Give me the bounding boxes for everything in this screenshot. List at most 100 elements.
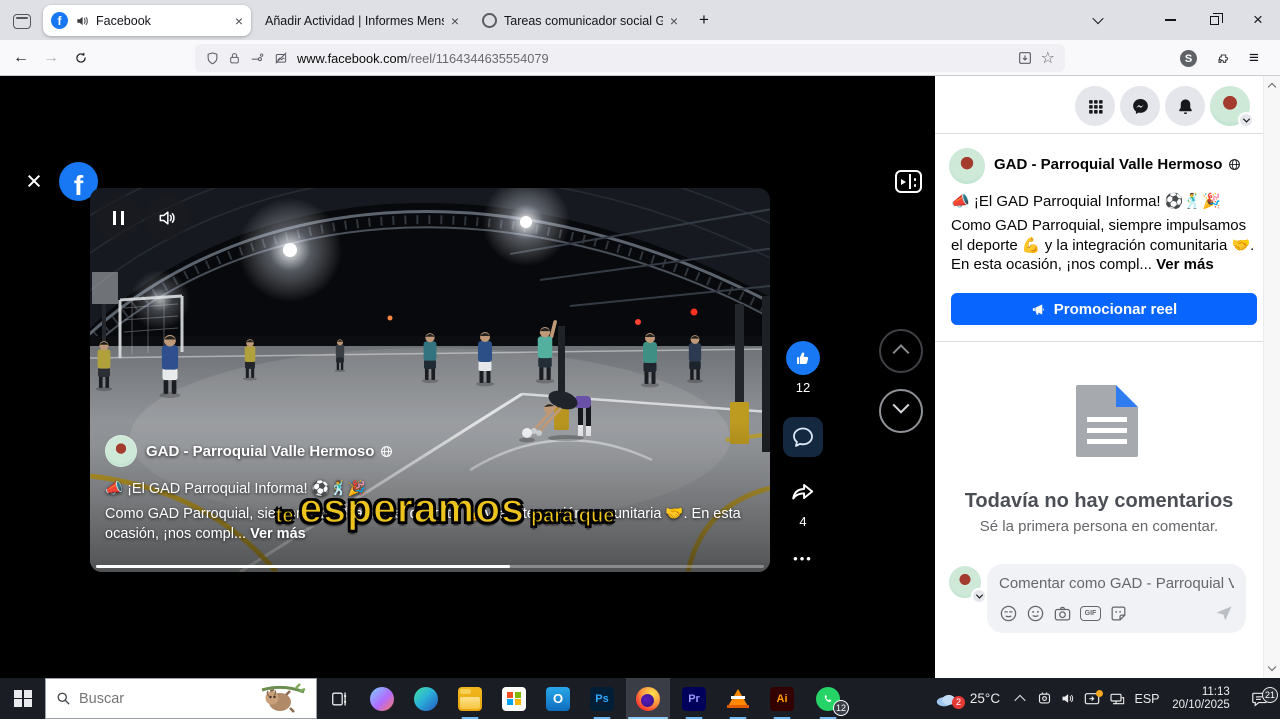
messenger-icon: [1131, 97, 1150, 116]
notification-center-button[interactable]: 21: [1238, 691, 1280, 707]
reload-button[interactable]: [66, 44, 96, 72]
scroll-up-arrow[interactable]: [1268, 83, 1276, 91]
taskbar-vlc[interactable]: [716, 678, 760, 719]
send-icon[interactable]: [1214, 603, 1234, 623]
reel-video[interactable]: GAD - Parroquial Valle Hermoso 📣 ¡El GAD…: [90, 188, 770, 572]
address-bar[interactable]: www.facebook.com/reel/1164344635554079 ☆: [195, 44, 1065, 72]
sloth-doodle[interactable]: [260, 682, 306, 716]
list-tabs-button[interactable]: [1076, 0, 1120, 40]
page-avatar[interactable]: [949, 148, 985, 184]
windows-taskbar: O Ps Pr Ai: [0, 678, 1280, 719]
apps-menu-button[interactable]: [1075, 86, 1115, 126]
menu-hamburger-icon[interactable]: ≡: [1249, 48, 1259, 68]
see-more-link[interactable]: Ver más: [1156, 256, 1214, 273]
taskbar-search[interactable]: [45, 678, 317, 719]
tab-informes[interactable]: Añadir Actividad | Informes Mensua ×: [257, 5, 467, 36]
pause-button[interactable]: [96, 195, 141, 240]
page-avatar[interactable]: [105, 435, 137, 467]
forward-button[interactable]: →: [36, 44, 66, 72]
tab-facebook[interactable]: f Facebook ×: [43, 5, 251, 36]
emoji-icon[interactable]: [1026, 604, 1045, 623]
permissions-icon[interactable]: [249, 51, 265, 65]
restore-button[interactable]: [1192, 0, 1236, 40]
taskbar-illustrator[interactable]: Ai: [760, 678, 804, 719]
comment-input[interactable]: Comentar como GAD - Parroquial Vall...: [999, 575, 1234, 592]
taskbar-explorer[interactable]: [448, 678, 492, 719]
update-tray-icon[interactable]: [1079, 692, 1104, 706]
profile-chevron-badge[interactable]: [1238, 112, 1254, 128]
search-icon: [56, 691, 71, 706]
like-button[interactable]: [786, 341, 820, 375]
tab-close-button[interactable]: ×: [235, 14, 243, 28]
extension-s-button[interactable]: S: [1180, 50, 1197, 67]
promote-reel-button[interactable]: Promocionar reel: [951, 293, 1257, 325]
tab-close-button[interactable]: ×: [670, 14, 678, 28]
clock[interactable]: 11:13 20/10/2025: [1164, 686, 1238, 712]
task-view-button[interactable]: [320, 678, 360, 719]
tab-close-button[interactable]: ×: [451, 14, 459, 28]
gif-icon[interactable]: GIF: [1080, 606, 1101, 621]
outlook-icon: O: [546, 687, 570, 711]
extensions-puzzle-icon[interactable]: [1215, 51, 1231, 67]
avatar-sticker-icon[interactable]: [999, 604, 1018, 623]
next-reel-button[interactable]: [879, 389, 923, 433]
tab-label: Tareas comunicador social GAD: [504, 14, 663, 28]
camera-icon[interactable]: [1053, 604, 1072, 623]
close-window-button[interactable]: ×: [1236, 0, 1280, 40]
taskbar-edge[interactable]: [404, 678, 448, 719]
share-button[interactable]: [783, 475, 823, 509]
tab-audio-icon[interactable]: [75, 14, 89, 28]
taskbar-whatsapp[interactable]: 12: [804, 678, 852, 719]
notifications-button[interactable]: [1165, 86, 1205, 126]
search-input[interactable]: [79, 691, 209, 707]
back-button[interactable]: ←: [6, 44, 36, 72]
taskbar-store[interactable]: [492, 678, 536, 719]
task-view-icon: [331, 691, 349, 707]
collapse-panel-button[interactable]: [895, 170, 922, 193]
chevron-down-icon: [893, 397, 910, 414]
network-tray-icon[interactable]: [1104, 692, 1130, 706]
more-options-button[interactable]: •••: [783, 551, 823, 566]
tab-strip: f Facebook × Añadir Actividad | Informes…: [0, 0, 1280, 40]
temperature-label[interactable]: 25°C: [963, 691, 1007, 706]
reload-icon: [74, 51, 88, 65]
globe-icon: [380, 445, 393, 458]
save-to-pocket-icon[interactable]: [1017, 50, 1033, 66]
start-button[interactable]: [4, 678, 42, 719]
comment-composer[interactable]: Comentar como GAD - Parroquial Vall...: [987, 564, 1246, 633]
page-name[interactable]: GAD - Parroquial Valle Hermoso: [994, 156, 1241, 173]
new-tab-button[interactable]: +: [692, 8, 716, 32]
taskbar-premiere[interactable]: Pr: [672, 678, 716, 719]
weather-button[interactable]: 2: [929, 691, 963, 707]
sticker-icon[interactable]: [1109, 604, 1128, 623]
scroll-down-arrow[interactable]: [1268, 663, 1276, 671]
panel-scrollbar[interactable]: [1263, 76, 1280, 678]
taskbar-firefox[interactable]: [626, 678, 670, 719]
taskbar-copilot[interactable]: [360, 678, 404, 719]
volume-button[interactable]: [144, 195, 189, 240]
video-progress-bar[interactable]: [96, 565, 764, 568]
autoplay-blocked-icon[interactable]: [273, 51, 289, 65]
previous-reel-button[interactable]: [879, 329, 923, 373]
page-name[interactable]: GAD - Parroquial Valle Hermoso: [146, 443, 393, 460]
no-comments-document-icon: [1076, 385, 1138, 457]
firefox-view-button[interactable]: [8, 8, 36, 34]
tray-expand-button[interactable]: [1007, 695, 1033, 703]
shield-icon[interactable]: [205, 51, 220, 66]
messenger-button[interactable]: [1120, 86, 1160, 126]
tab-tareas[interactable]: Tareas comunicador social GAD ×: [474, 5, 686, 36]
tab-label: Facebook: [96, 14, 228, 28]
bookmark-star-icon[interactable]: ☆: [1041, 48, 1055, 68]
lock-icon[interactable]: [228, 51, 241, 66]
language-label[interactable]: ESP: [1130, 692, 1164, 706]
taskbar-outlook[interactable]: O: [536, 678, 580, 719]
url-text[interactable]: www.facebook.com/reel/1164344635554079: [297, 51, 1009, 66]
volume-tray-icon[interactable]: [1056, 691, 1079, 706]
close-reel-button[interactable]: ×: [21, 169, 47, 195]
commenter-chevron-badge[interactable]: [971, 588, 987, 604]
copilot-icon: [370, 687, 394, 711]
comment-button[interactable]: [783, 417, 823, 457]
minimize-button[interactable]: [1148, 0, 1192, 40]
taskbar-photoshop[interactable]: Ps: [580, 678, 624, 719]
screen-record-tray-icon[interactable]: [1033, 691, 1056, 706]
